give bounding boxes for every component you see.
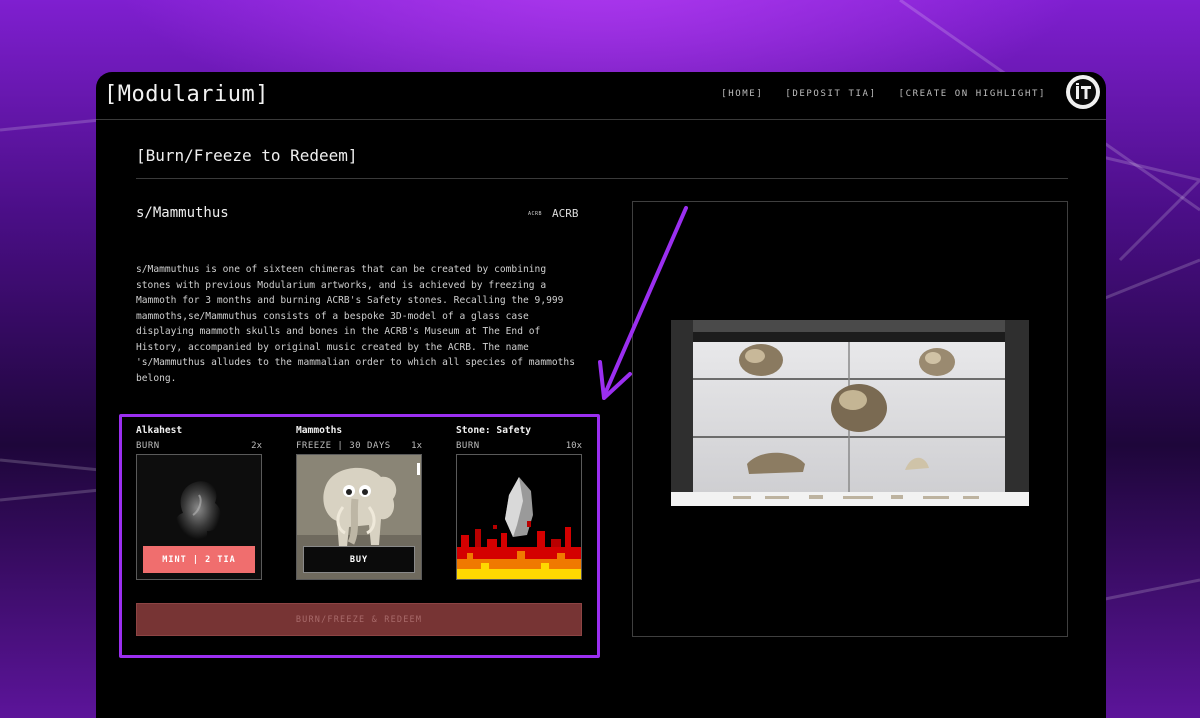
nav-menu: [HOME] [DEPOSIT TIA] [CREATE ON HIGHLIGH… — [721, 89, 1046, 99]
top-nav-bar: [Modularium] [HOME] [DEPOSIT TIA] [CREAT… — [96, 72, 1106, 120]
item-description: s/Mammuthus is one of sixteen chimeras t… — [136, 264, 575, 384]
avatar-logo-icon — [1070, 79, 1096, 105]
nav-deposit-tia-link[interactable]: [DEPOSIT TIA] — [785, 89, 876, 99]
nav-home-link[interactable]: [HOME] — [721, 89, 763, 99]
user-avatar[interactable] — [1066, 75, 1100, 109]
annotation-arrow-icon — [598, 206, 688, 400]
title-divider — [136, 178, 1068, 179]
item-name: s/Mammuthus — [136, 205, 229, 221]
nav-create-on-highlight-link[interactable]: [CREATE ON HIGHLIGHT] — [899, 89, 1046, 99]
app-logo[interactable]: [Modularium] — [104, 82, 269, 107]
requirements-highlight-frame — [119, 414, 600, 658]
page-title: [Burn/Freeze to Redeem] — [136, 146, 358, 165]
creator-logo-icon: ACRB — [528, 210, 543, 217]
